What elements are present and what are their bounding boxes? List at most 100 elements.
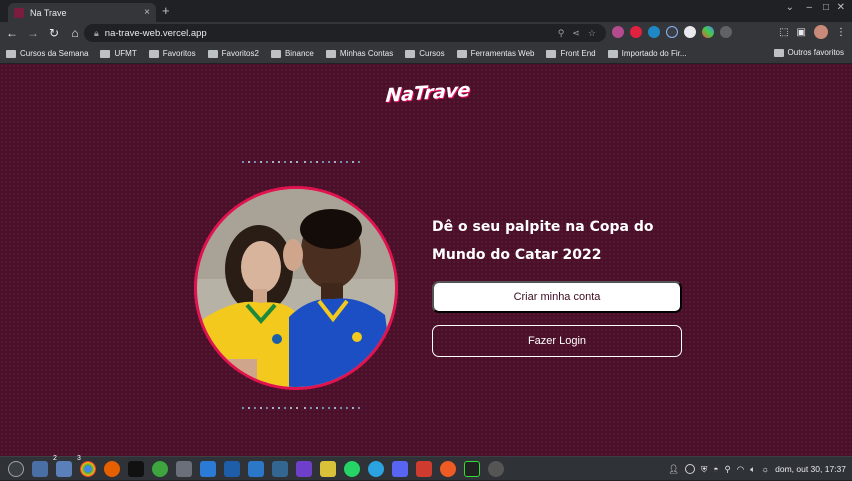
- forward-icon[interactable]: →: [24, 26, 42, 40]
- postman-icon[interactable]: [440, 460, 456, 477]
- extension-icon[interactable]: [666, 26, 678, 38]
- natrave-logo: NaTrave: [384, 79, 471, 107]
- bookmark-folder[interactable]: Cursos da Semana: [6, 49, 88, 58]
- bookmark-folder[interactable]: Minhas Contas: [325, 49, 394, 58]
- bookmark-folder[interactable]: Front End: [546, 49, 596, 58]
- firefox-icon[interactable]: [104, 460, 120, 477]
- bookmark-star-icon[interactable]: ☆: [588, 28, 596, 39]
- bookmark-folder[interactable]: Cursos: [405, 49, 445, 58]
- notes-icon[interactable]: [320, 460, 336, 477]
- files-icon[interactable]: 2: [53, 455, 72, 477]
- bookmark-label: Favoritos: [162, 49, 196, 58]
- folder-icon: [148, 49, 159, 58]
- user-icon[interactable]: 👤︎: [668, 464, 679, 475]
- extension-icon[interactable]: [702, 26, 714, 38]
- folder-icon: [773, 48, 784, 57]
- create-account-button[interactable]: Criar minha conta: [432, 281, 682, 313]
- bookmark-folder[interactable]: Favoritos2: [207, 49, 259, 58]
- side-panel-icon[interactable]: ▣: [797, 27, 806, 38]
- shield-icon[interactable]: ⛨: [701, 464, 707, 475]
- folder-icon: [100, 49, 111, 58]
- window-count-badge: 2: [53, 454, 57, 462]
- window-close-icon[interactable]: ✕: [837, 2, 845, 13]
- os-taskbar: 2 3 👤︎ ⛨ ◓ ⚲ ◠ 🔈︎ ☼ dom, out 30, 17:37: [0, 455, 852, 481]
- vscode-icon[interactable]: [200, 460, 216, 477]
- share-icon[interactable]: ⋖: [572, 28, 580, 39]
- extensions-puzzle-icon[interactable]: ⬚: [779, 27, 788, 38]
- address-bar[interactable]: 🔒︎ na-trave-web.vercel.app ⚲ ⋖ ☆: [84, 24, 606, 42]
- extension-icon[interactable]: [630, 26, 642, 38]
- system-tray: 👤︎ ⛨ ◓ ⚲ ◠ 🔈︎ ☼ dom, out 30, 17:37: [668, 457, 846, 481]
- jira-icon[interactable]: [248, 460, 264, 477]
- browser-tab[interactable]: Na Trave ×: [8, 3, 156, 22]
- decorative-dots-bottom-right: [304, 407, 360, 409]
- obs-tray-icon[interactable]: [685, 464, 696, 474]
- menu-kebab-icon[interactable]: ⋮: [836, 27, 846, 38]
- home-icon[interactable]: ⌂: [66, 26, 84, 40]
- browser-toolbar: ← → ↻ ⌂ 🔒︎ na-trave-web.vercel.app ⚲ ⋖ ☆…: [0, 22, 852, 44]
- bookmark-folder[interactable]: Importado do Fir...: [607, 49, 687, 58]
- extension-icon[interactable]: [720, 26, 732, 38]
- bookmark-label: UFMT: [114, 49, 137, 58]
- extension-icon[interactable]: [648, 26, 660, 38]
- terminal-icon[interactable]: [128, 460, 144, 477]
- whatsapp-icon[interactable]: [344, 460, 360, 477]
- bookmark-folder[interactable]: Binance: [270, 49, 314, 58]
- start-menu-icon[interactable]: [8, 460, 24, 477]
- github-icon[interactable]: [296, 460, 312, 477]
- other-bookmarks[interactable]: Outros favoritos: [773, 48, 844, 57]
- bookmark-folder[interactable]: Ferramentas Web: [456, 49, 534, 58]
- vpn-icon[interactable]: ◓: [713, 464, 718, 474]
- show-desktop-icon[interactable]: [32, 460, 48, 477]
- location-icon[interactable]: ⚲: [725, 464, 731, 475]
- bookmark-label: Cursos: [419, 49, 445, 58]
- folder-icon: [456, 49, 467, 58]
- maximize-icon[interactable]: □: [823, 2, 829, 13]
- lock-icon[interactable]: 🔒︎: [94, 28, 99, 39]
- tab-title: Na Trave: [30, 7, 67, 18]
- login-button[interactable]: Fazer Login: [432, 325, 682, 357]
- wifi-icon[interactable]: ◠: [737, 464, 744, 475]
- bookmark-folder[interactable]: Favoritos: [148, 49, 196, 58]
- brightness-icon[interactable]: ☼: [761, 464, 769, 474]
- folder-icon: [546, 49, 557, 58]
- text-editor-icon[interactable]: [176, 460, 192, 477]
- bookmarks-bar: Cursos da Semana UFMT Favoritos Favorito…: [0, 44, 852, 64]
- tab-search-icon[interactable]: ⌄: [786, 2, 794, 13]
- postgres-icon[interactable]: [272, 460, 288, 477]
- url-text: na-trave-web.vercel.app: [104, 27, 207, 39]
- decorative-dots-top-left: [242, 161, 298, 163]
- discord-icon[interactable]: [392, 460, 408, 477]
- folder-icon: [270, 49, 281, 58]
- page-headline: Dê o seu palpite na Copa do Mundo do Cat…: [432, 219, 654, 263]
- extension-icon[interactable]: [612, 26, 624, 38]
- bookmark-label: Importado do Fir...: [621, 49, 687, 58]
- volume-icon[interactable]: 🔈︎: [750, 464, 755, 475]
- hero-photo: [197, 189, 395, 387]
- folder-icon: [6, 49, 16, 58]
- back-icon[interactable]: ←: [3, 26, 21, 40]
- minimize-icon[interactable]: –: [806, 2, 812, 13]
- bookmark-label: Favoritos2: [221, 49, 259, 58]
- window-count-badge: 3: [77, 454, 81, 462]
- folder-icon: [607, 49, 618, 58]
- new-tab-button[interactable]: +: [162, 3, 170, 18]
- intellij-icon[interactable]: [224, 460, 240, 477]
- bookmark-label: Minhas Contas: [339, 49, 394, 58]
- spring-icon[interactable]: [152, 460, 168, 477]
- tab-close-icon[interactable]: ×: [144, 7, 150, 18]
- bookmark-label: Cursos da Semana: [20, 49, 89, 58]
- extension-icon[interactable]: [684, 26, 696, 38]
- profile-avatar[interactable]: [814, 25, 828, 39]
- obs-icon[interactable]: [488, 460, 504, 477]
- zoom-icon[interactable]: ⚲: [558, 28, 565, 39]
- browser-tab-strip: Na Trave × + ⌄ – □ ✕: [0, 0, 852, 22]
- telegram-icon[interactable]: [368, 460, 384, 477]
- chrome-icon[interactable]: 3: [77, 455, 96, 477]
- hero-photo-frame: [194, 186, 398, 390]
- clock-text[interactable]: dom, out 30, 17:37: [775, 464, 846, 474]
- insomnia-icon[interactable]: [416, 460, 432, 477]
- reload-icon[interactable]: ↻: [45, 26, 63, 40]
- bookmark-folder[interactable]: UFMT: [100, 49, 137, 58]
- system-monitor-icon[interactable]: [464, 460, 480, 477]
